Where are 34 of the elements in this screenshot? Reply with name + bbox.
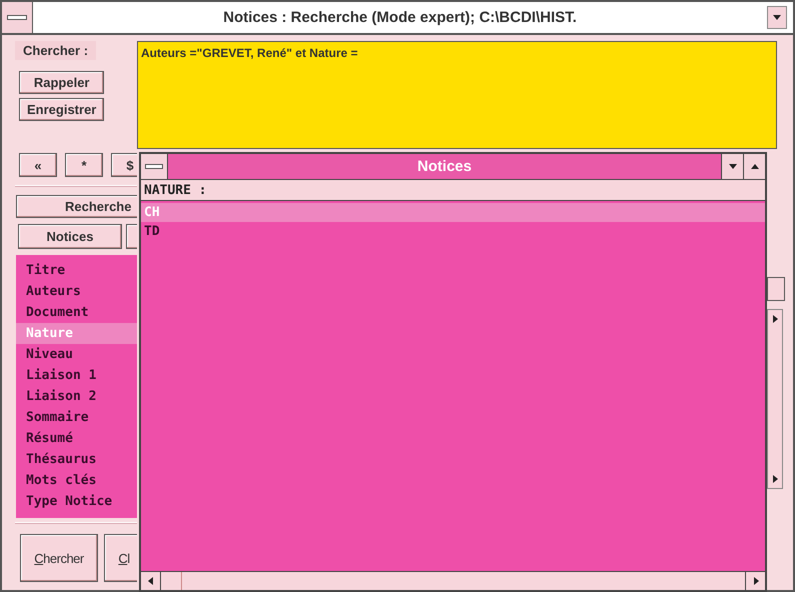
operator-button[interactable]: « bbox=[19, 153, 57, 177]
field-list-item[interactable]: Type Notice bbox=[16, 491, 137, 512]
horizontal-scrollbar[interactable] bbox=[141, 571, 765, 590]
mode-button[interactable]: Recherche bbox=[16, 195, 137, 218]
window-title: Notices : Recherche (Mode expert); C:\BCDI\HIST. bbox=[222, 8, 578, 28]
value-list-item[interactable]: TD bbox=[141, 222, 765, 241]
field-list-item[interactable]: Sommaire bbox=[16, 407, 137, 428]
field-list-item[interactable]: Niveau bbox=[16, 344, 137, 365]
operator-button[interactable]: * bbox=[65, 153, 103, 177]
side-button[interactable]: Enregistrer bbox=[19, 98, 104, 121]
system-menu-button[interactable] bbox=[141, 154, 168, 179]
list-header: NATURE : bbox=[141, 180, 765, 201]
popup-title: Notices bbox=[416, 157, 473, 177]
notices-button[interactable]: Notices bbox=[18, 224, 122, 249]
field-list-item[interactable]: Thésaurus bbox=[16, 449, 137, 470]
field-list-item[interactable]: Résumé bbox=[16, 428, 137, 449]
field-list-item[interactable]: Document bbox=[16, 302, 137, 323]
minimize-button[interactable] bbox=[721, 154, 743, 179]
query-editor[interactable]: Auteurs ="GREVET, René" et Nature = bbox=[137, 41, 777, 149]
vertical-scrollbar[interactable] bbox=[767, 309, 783, 489]
action-button[interactable]: Chercher bbox=[20, 534, 98, 582]
field-list-item[interactable]: Auteurs bbox=[16, 281, 137, 302]
field-list-item[interactable]: Liaison 1 bbox=[16, 365, 137, 386]
search-label: Chercher : bbox=[15, 41, 96, 60]
operator-button[interactable]: $ bbox=[111, 153, 137, 177]
side-button[interactable]: Rappeler bbox=[19, 71, 104, 94]
field-list-item[interactable]: Titre bbox=[16, 260, 137, 281]
maximize-button[interactable] bbox=[743, 154, 765, 179]
side-box bbox=[767, 277, 785, 301]
minimize-button[interactable] bbox=[767, 6, 787, 29]
field-list-item[interactable]: Mots clés bbox=[16, 470, 137, 491]
system-menu-button[interactable] bbox=[2, 2, 33, 33]
action-button[interactable]: Cl bbox=[104, 534, 137, 582]
field-list-item[interactable]: Liaison 2 bbox=[16, 386, 137, 407]
